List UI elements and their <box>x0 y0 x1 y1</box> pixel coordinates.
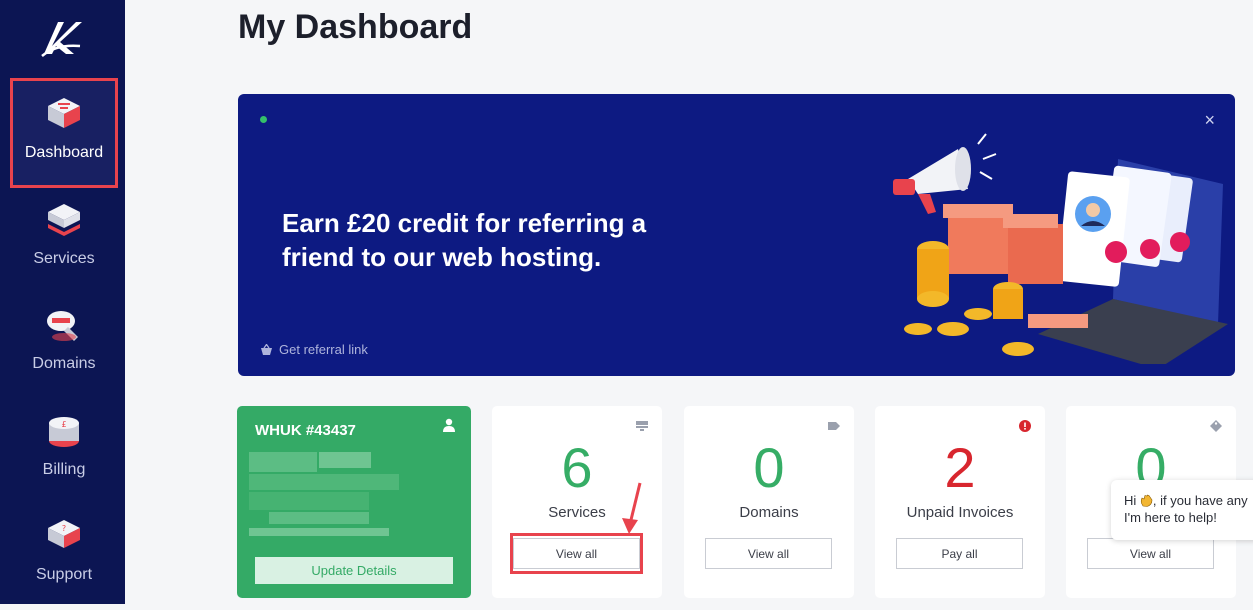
referral-link-label: Get referral link <box>279 342 368 357</box>
view-all-tickets-button[interactable]: View all <box>1087 538 1214 569</box>
redacted-details <box>249 452 399 536</box>
account-card: WHUK #43437 Update Details <box>237 406 471 598</box>
tag-icon <box>828 422 840 430</box>
chat-line-2: I'm here to help! <box>1124 510 1217 525</box>
referral-link[interactable]: Get referral link <box>260 342 368 357</box>
sidebar-item-domains[interactable]: Domains <box>10 289 118 399</box>
user-icon[interactable] <box>443 418 455 432</box>
support-icon: ? <box>48 520 80 548</box>
unpaid-invoices-label: Unpaid Invoices <box>906 504 1014 521</box>
ticket-icon <box>1210 420 1222 432</box>
page-title: My Dashboard <box>238 8 473 46</box>
chat-greeting-suffix: , if you have any <box>1152 493 1248 508</box>
sidebar-item-label: Support <box>35 566 93 583</box>
pay-all-button[interactable]: Pay all <box>896 538 1023 569</box>
domains-icon <box>47 311 78 341</box>
sidebar-item-services[interactable]: Services <box>10 184 118 294</box>
waving-hand-icon <box>1140 494 1153 507</box>
billing-icon: £ <box>49 417 79 447</box>
dashboard-icon <box>48 98 80 128</box>
sidebar-item-label: Services <box>33 250 95 267</box>
svg-text:£: £ <box>61 420 66 429</box>
basket-icon <box>261 343 272 355</box>
server-icon <box>636 421 648 431</box>
chat-bubble[interactable]: Hi , if you have any I'm here to help! <box>1111 480 1253 540</box>
sidebar-item-support[interactable]: ? Support <box>10 500 118 610</box>
sidebar: Dashboard Services Domains £ Billing ? S… <box>0 0 125 604</box>
banner-headline: Earn £20 credit for referring a friend t… <box>282 208 647 272</box>
sidebar-item-label: Dashboard <box>24 144 104 161</box>
annotation-arrow <box>622 482 642 534</box>
stat-card-domains: 0 Domains View all <box>684 406 854 598</box>
domains-count: 0 <box>753 436 785 499</box>
chat-greeting-prefix: Hi <box>1124 493 1137 508</box>
brand-logo[interactable] <box>38 16 84 60</box>
unpaid-invoices-count: 2 <box>944 436 976 499</box>
sidebar-item-billing[interactable]: £ Billing <box>10 395 118 505</box>
referral-illustration <box>893 133 1228 364</box>
domains-label: Domains <box>739 504 799 521</box>
view-all-services-button[interactable]: View all <box>513 538 640 569</box>
update-details-button[interactable]: Update Details <box>255 557 453 584</box>
sidebar-item-dashboard[interactable]: Dashboard <box>10 78 118 188</box>
referral-banner: × Earn £20 credit for referring a friend… <box>238 94 1235 376</box>
view-all-domains-button[interactable]: View all <box>705 538 832 569</box>
chat-line-1: Hi , if you have any <box>1124 492 1253 509</box>
sidebar-item-label: Domains <box>32 355 96 372</box>
account-id: WHUK #43437 <box>255 422 356 439</box>
services-icon <box>48 204 80 236</box>
svg-text:?: ? <box>62 524 66 533</box>
stat-card-invoices: 2 Unpaid Invoices Pay all <box>875 406 1045 598</box>
sidebar-item-label: Billing <box>42 461 86 478</box>
status-dot <box>260 116 267 123</box>
alert-icon <box>1019 420 1031 432</box>
